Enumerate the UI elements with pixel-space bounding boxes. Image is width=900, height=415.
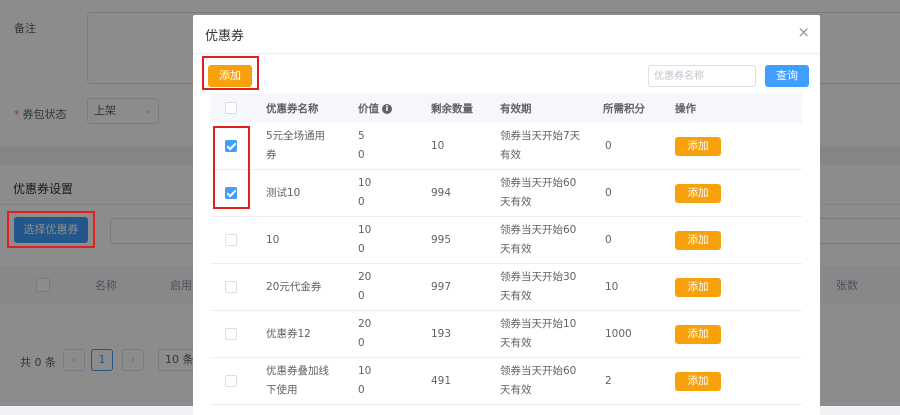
row-checkbox[interactable] (225, 234, 237, 246)
coupon-points: 2 (605, 375, 612, 387)
coupon-validity-line2: 天有效 (500, 384, 532, 396)
coupon-validity-line1: 领券当天开始60 (500, 365, 577, 377)
coupon-remaining: 994 (431, 187, 452, 199)
coupon-validity-line2: 天有效 (500, 290, 532, 302)
coupon-points: 1000 (605, 328, 632, 340)
row-add-button[interactable]: 添加 (675, 184, 721, 203)
col-validity: 有效期 (500, 103, 532, 115)
row-add-button[interactable]: 添加 (675, 278, 721, 297)
coupon-value: 20 0 (358, 315, 371, 353)
coupon-name: 优惠券12 (266, 328, 311, 340)
dialog-divider (193, 53, 820, 54)
col-remaining: 剩余数量 (431, 103, 473, 115)
table-row: 10 10 0 995 领券当天开始60 天有效 0 添加 (210, 217, 802, 264)
coupon-validity: 领券当天开始60 天有效 (500, 362, 576, 400)
col-action: 操作 (675, 103, 696, 115)
coupon-points: 0 (605, 187, 612, 199)
coupon-value: 10 0 (358, 174, 371, 212)
row-checkbox[interactable] (225, 375, 237, 387)
row-add-button[interactable]: 添加 (675, 231, 721, 250)
col-coupon-name: 优惠券名称 (266, 103, 319, 115)
coupon-table-header: 优惠券名称 价值 i 剩余数量 有效期 所需积分 操作 (210, 93, 802, 123)
coupon-name-line1: 优惠券叠加线 (266, 365, 329, 377)
coupon-validity-line1: 领券当天开始10 (500, 318, 577, 330)
col-points: 所需积分 (603, 103, 645, 115)
row-checkbox[interactable] (225, 328, 237, 340)
coupon-points: 0 (605, 140, 612, 152)
col-value-text: 价值 (358, 103, 379, 115)
coupon-value-line2: 0 (358, 196, 365, 208)
search-button[interactable]: 查询 (765, 65, 809, 87)
coupon-validity-line2: 天有效 (500, 243, 532, 255)
coupon-dialog: 优惠券 × 添加 查询 优惠券名称 价值i 剩余数量 有效期 所需积分 操作 5… (193, 15, 820, 415)
coupon-value-line1: 10 (358, 177, 372, 189)
row-add-button[interactable]: 添加 (675, 372, 721, 391)
row-checkbox[interactable] (225, 140, 237, 152)
coupon-validity: 领券当天开始7天 有效 (500, 127, 580, 165)
select-all-checkbox[interactable] (225, 102, 237, 114)
table-row: 优惠券12 20 0 193 领券当天开始10 天有效 1000 添加 (210, 311, 802, 358)
coupon-name: 20元代金券 (266, 281, 322, 293)
coupon-value-line2: 0 (358, 149, 365, 161)
coupon-value: 50 (358, 127, 365, 165)
coupon-value-line2: 0 (358, 337, 365, 349)
table-row: 20元代金券 20 0 997 领券当天开始30 天有效 10 添加 (210, 264, 802, 311)
coupon-points: 10 (605, 281, 619, 293)
table-row: 5元全场通用券 50 10 领券当天开始7天 有效 0 添加 (210, 123, 802, 170)
coupon-value-line1: 20 (358, 318, 372, 330)
table-row: 优惠券叠加线 下使用 10 0 491 领券当天开始60 天有效 2 添加 (210, 358, 802, 405)
row-checkbox[interactable] (225, 187, 237, 199)
coupon-validity-line1: 领券当天开始30 (500, 271, 577, 283)
coupon-value-line2: 0 (358, 243, 365, 255)
col-value: 价值 i (358, 101, 392, 116)
coupon-name: 优惠券叠加线 下使用 (266, 362, 329, 400)
coupon-validity-line1: 领券当天开始60 (500, 177, 577, 189)
coupon-value-line1: 20 (358, 271, 372, 283)
coupon-value-line1: 5 (358, 130, 365, 142)
dialog-title: 优惠券 (205, 29, 245, 44)
coupon-validity: 领券当天开始10 天有效 (500, 315, 576, 353)
coupon-value-line1: 10 (358, 224, 372, 236)
coupon-validity-line2: 天有效 (500, 337, 532, 349)
coupon-value: 10 0 (358, 221, 371, 259)
coupon-points: 0 (605, 234, 612, 246)
coupon-name-line1: 5元全场通用 (266, 130, 326, 142)
coupon-remaining: 10 (431, 140, 445, 152)
coupon-validity-line1: 领券当天开始7天 (500, 130, 581, 142)
row-add-button[interactable]: 添加 (675, 325, 721, 344)
info-icon[interactable]: i (382, 104, 392, 114)
coupon-name: 测试10 (266, 187, 301, 199)
row-add-button[interactable]: 添加 (675, 137, 721, 156)
coupon-validity: 领券当天开始60 天有效 (500, 174, 576, 212)
coupon-validity: 领券当天开始60 天有效 (500, 221, 576, 259)
coupon-value-line1: 10 (358, 365, 372, 377)
coupon-validity-line2: 天有效 (500, 196, 532, 208)
close-icon[interactable]: × (797, 23, 810, 41)
table-row: 测试10 10 0 994 领券当天开始60 天有效 0 添加 (210, 170, 802, 217)
coupon-remaining: 997 (431, 281, 452, 293)
coupon-value: 20 0 (358, 268, 371, 306)
coupon-value: 10 0 (358, 362, 371, 400)
coupon-validity-line1: 领券当天开始60 (500, 224, 577, 236)
coupon-validity: 领券当天开始30 天有效 (500, 268, 576, 306)
coupon-name-line2: 下使用 (266, 384, 298, 396)
coupon-validity-line2: 有效 (500, 149, 521, 161)
row-checkbox[interactable] (225, 281, 237, 293)
coupon-name: 5元全场通用券 (266, 127, 325, 165)
coupon-remaining: 193 (431, 328, 452, 340)
coupon-value-line2: 0 (358, 384, 365, 396)
coupon-remaining: 995 (431, 234, 452, 246)
coupon-remaining: 491 (431, 375, 452, 387)
coupon-name-line2: 券 (266, 149, 277, 161)
coupon-value-line2: 0 (358, 290, 365, 302)
coupon-name: 10 (266, 234, 280, 246)
add-button[interactable]: 添加 (208, 65, 252, 87)
coupon-name-search-input[interactable] (648, 65, 756, 87)
